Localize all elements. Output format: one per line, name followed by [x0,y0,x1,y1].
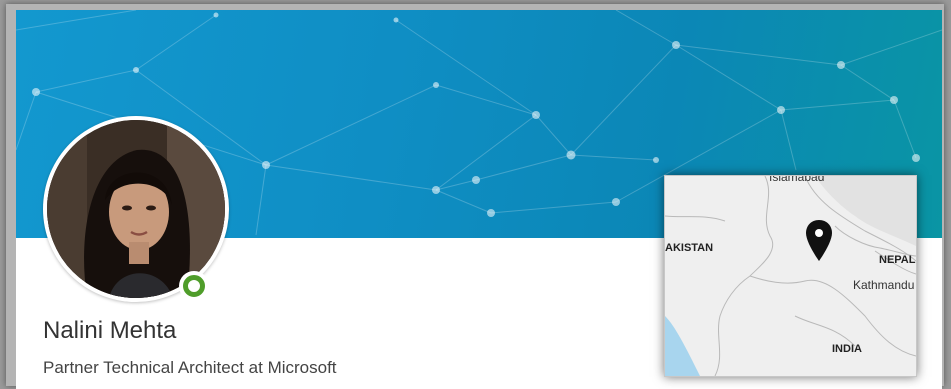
map-label-india: INDIA [832,343,862,355]
profile-card: Nalini Mehta Partner Technical Architect… [16,10,942,389]
location-map[interactable]: AKISTAN Islamabad NEPAL Kathmandu INDIA [664,175,917,377]
map-label-pakistan: AKISTAN [665,242,714,254]
profile-headline: Partner Technical Architect at Microsoft [43,358,337,377]
map-label-kathmandu: Kathmandu [853,278,915,292]
profile-name[interactable]: Nalini Mehta [43,317,176,345]
map-label-nepal: NEPAL [879,254,916,266]
map-terrain [665,176,916,376]
presence-status-icon [179,271,209,301]
map-pin-icon[interactable] [805,219,833,263]
map-label-islamabad: Islamabad [769,175,825,184]
